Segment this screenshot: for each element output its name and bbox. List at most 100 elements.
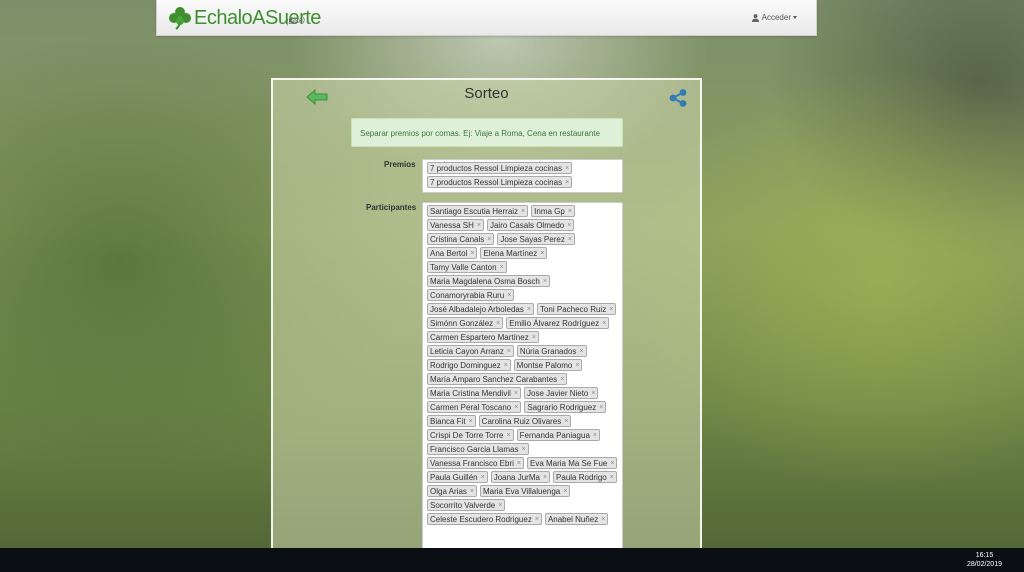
remove-tag-icon[interactable]: × [496,318,500,329]
participant-tag[interactable]: Montse Palomo × [513,359,583,371]
participant-tag-label: José Albadalejo Arboledas [430,304,524,314]
participant-tag[interactable]: Jose Sayas Perez × [497,233,575,245]
participant-tag[interactable]: Socorrito Valverde × [427,499,506,511]
participant-tag-label: Carmen Espartero Martínez [430,332,529,342]
remove-tag-icon[interactable]: × [487,234,491,245]
share-icon[interactable] [669,89,687,107]
participant-tag-label: Montse Palomo [516,360,573,370]
remove-tag-icon[interactable]: × [610,458,614,469]
remove-tag-icon[interactable]: × [504,360,508,371]
participant-tag[interactable]: Anabel Nuñez × [544,513,609,525]
remove-tag-icon[interactable]: × [521,444,525,455]
participants-input[interactable]: Santiago Escutia Herraiz × Inma Gp × Vanessa… [422,202,623,562]
participant-tag-label: Celeste Escudero Rodriguez [430,514,532,524]
remove-tag-icon[interactable]: × [568,206,572,217]
participant-tag[interactable]: Fernanda Paniagua × [516,429,600,441]
participant-tag-label: Tamy Valle Canton [430,262,497,272]
participant-tag[interactable]: Carmen Espartero Martínez × [427,331,539,343]
participant-tag[interactable]: Ana Bertol × [427,247,478,259]
remove-tag-icon[interactable]: × [514,402,518,413]
participant-tag[interactable]: Jose Javier Nieto × [524,387,599,399]
participant-tag-label: María Amparo Sanchez Carabantes [430,374,558,384]
participant-tag-label: Rodrigo Dominguez [430,360,501,370]
participant-tag[interactable]: Tamy Valle Canton × [427,261,507,273]
participant-tag[interactable]: José Albadalejo Arboledas × [427,303,534,315]
remove-tag-icon[interactable]: × [470,486,474,497]
participant-tag[interactable]: Maria Cristina Mendivil × [427,387,522,399]
participant-tag[interactable]: Carolina Ruiz Olivares × [478,415,572,427]
remove-tag-icon[interactable]: × [575,360,579,371]
participant-tag[interactable]: Maria Eva Villaluenga × [480,485,571,497]
remove-tag-icon[interactable]: × [481,472,485,483]
prizes-input[interactable]: 7 productos Ressol Limpieza cocinas × 7 pr… [422,159,623,193]
participant-tag[interactable]: Santiago Escutia Herraiz × [427,205,529,217]
remove-tag-icon[interactable]: × [543,276,547,287]
participant-tag[interactable]: Paula Guillén × [427,471,488,483]
remove-tag-icon[interactable]: × [507,346,511,357]
participant-tag[interactable]: Bianca Fit × [427,415,476,427]
participant-tag[interactable]: Maria Magdalena Osma Bosch × [427,275,550,287]
remove-tag-icon[interactable]: × [565,177,569,188]
remove-tag-icon[interactable]: × [521,206,525,217]
remove-tag-icon[interactable]: × [565,163,569,174]
participant-tag[interactable]: Celeste Escudero Rodriguez × [427,513,542,525]
remove-tag-icon[interactable]: × [477,220,481,231]
remove-tag-icon[interactable]: × [540,248,544,259]
participant-tag[interactable]: Eva Maria Ma Se Fue × [526,457,618,469]
remove-tag-icon[interactable]: × [599,402,603,413]
participant-tag[interactable]: Núria Granados × [516,345,587,357]
remove-tag-icon[interactable]: × [543,472,547,483]
participant-tag[interactable]: Francisco Garcia Llamas × [427,443,529,455]
remove-tag-icon[interactable]: × [507,430,511,441]
remove-tag-icon[interactable]: × [567,220,571,231]
participant-tag[interactable]: Paula Rodrigo × [553,471,617,483]
participant-tag[interactable]: Crispi De Torre Torre × [427,429,514,441]
participant-tag[interactable]: Leticia Cayon Arranz × [427,345,514,357]
remove-tag-icon[interactable]: × [610,472,614,483]
remove-tag-icon[interactable]: × [564,416,568,427]
participant-tag-label: Paula Rodrigo [556,472,607,482]
remove-tag-icon[interactable]: × [568,234,572,245]
taskbar-clock[interactable]: 16:15 28/02/2019 [967,551,1002,569]
participant-tag[interactable]: Joana JurMa × [490,471,551,483]
remove-tag-icon[interactable]: × [527,304,531,315]
prize-tag[interactable]: 7 productos Ressol Limpieza cocinas × [427,162,573,174]
participant-tag[interactable]: Cristina Canals × [427,233,495,245]
remove-tag-icon[interactable]: × [498,500,502,511]
remove-tag-icon[interactable]: × [601,514,605,525]
remove-tag-icon[interactable]: × [591,388,595,399]
participant-tag[interactable]: Vanessa Francisco Ebri × [427,457,524,469]
participant-tag[interactable]: Emilio Álvarez Rodríguez × [506,317,610,329]
remove-tag-icon[interactable]: × [535,514,539,525]
participant-tag[interactable]: Elena Martínez × [480,247,548,259]
participant-tag[interactable]: Inma Gp × [531,205,575,217]
remove-tag-icon[interactable]: × [579,346,583,357]
remove-tag-icon[interactable]: × [514,388,518,399]
remove-tag-icon[interactable]: × [609,304,613,315]
participant-tag[interactable]: Carmen Peral Toscano × [427,401,522,413]
participant-tag[interactable]: Vanessa SH × [427,219,484,231]
participant-tag[interactable]: Rodrigo Dominguez × [427,359,511,371]
remove-tag-icon[interactable]: × [602,318,606,329]
remove-tag-icon[interactable]: × [500,262,504,273]
participant-tag[interactable]: Conamoryrabia Ruru × [427,289,515,301]
participant-tag[interactable]: Toni Pacheco Ruiz × [536,303,617,315]
remove-tag-icon[interactable]: × [469,416,473,427]
remove-tag-icon[interactable]: × [532,332,536,343]
participant-tag[interactable]: María Amparo Sanchez Carabantes × [427,373,568,385]
remove-tag-icon[interactable]: × [593,430,597,441]
participant-tag[interactable]: Olga Arias × [427,485,477,497]
prize-tag[interactable]: 7 productos Ressol Limpieza cocinas × [427,176,573,188]
participant-tag-label: Santiago Escutia Herraiz [430,206,519,216]
participant-tag[interactable]: Jairo Casals Olmedo × [486,219,575,231]
login-dropdown[interactable]: Acceder [751,13,797,22]
remove-tag-icon[interactable]: × [507,290,511,301]
remove-tag-icon[interactable]: × [560,374,564,385]
participant-tag-label: Carolina Ruiz Olivares [481,416,562,426]
participant-tag[interactable]: Simónn González × [427,317,504,329]
remove-tag-icon[interactable]: × [517,458,521,469]
participant-tag[interactable]: Sagrario Rodriguez × [524,401,607,413]
prize-tag-label: 7 productos Ressol Limpieza cocinas [430,177,563,187]
remove-tag-icon[interactable]: × [563,486,567,497]
remove-tag-icon[interactable]: × [470,248,474,259]
